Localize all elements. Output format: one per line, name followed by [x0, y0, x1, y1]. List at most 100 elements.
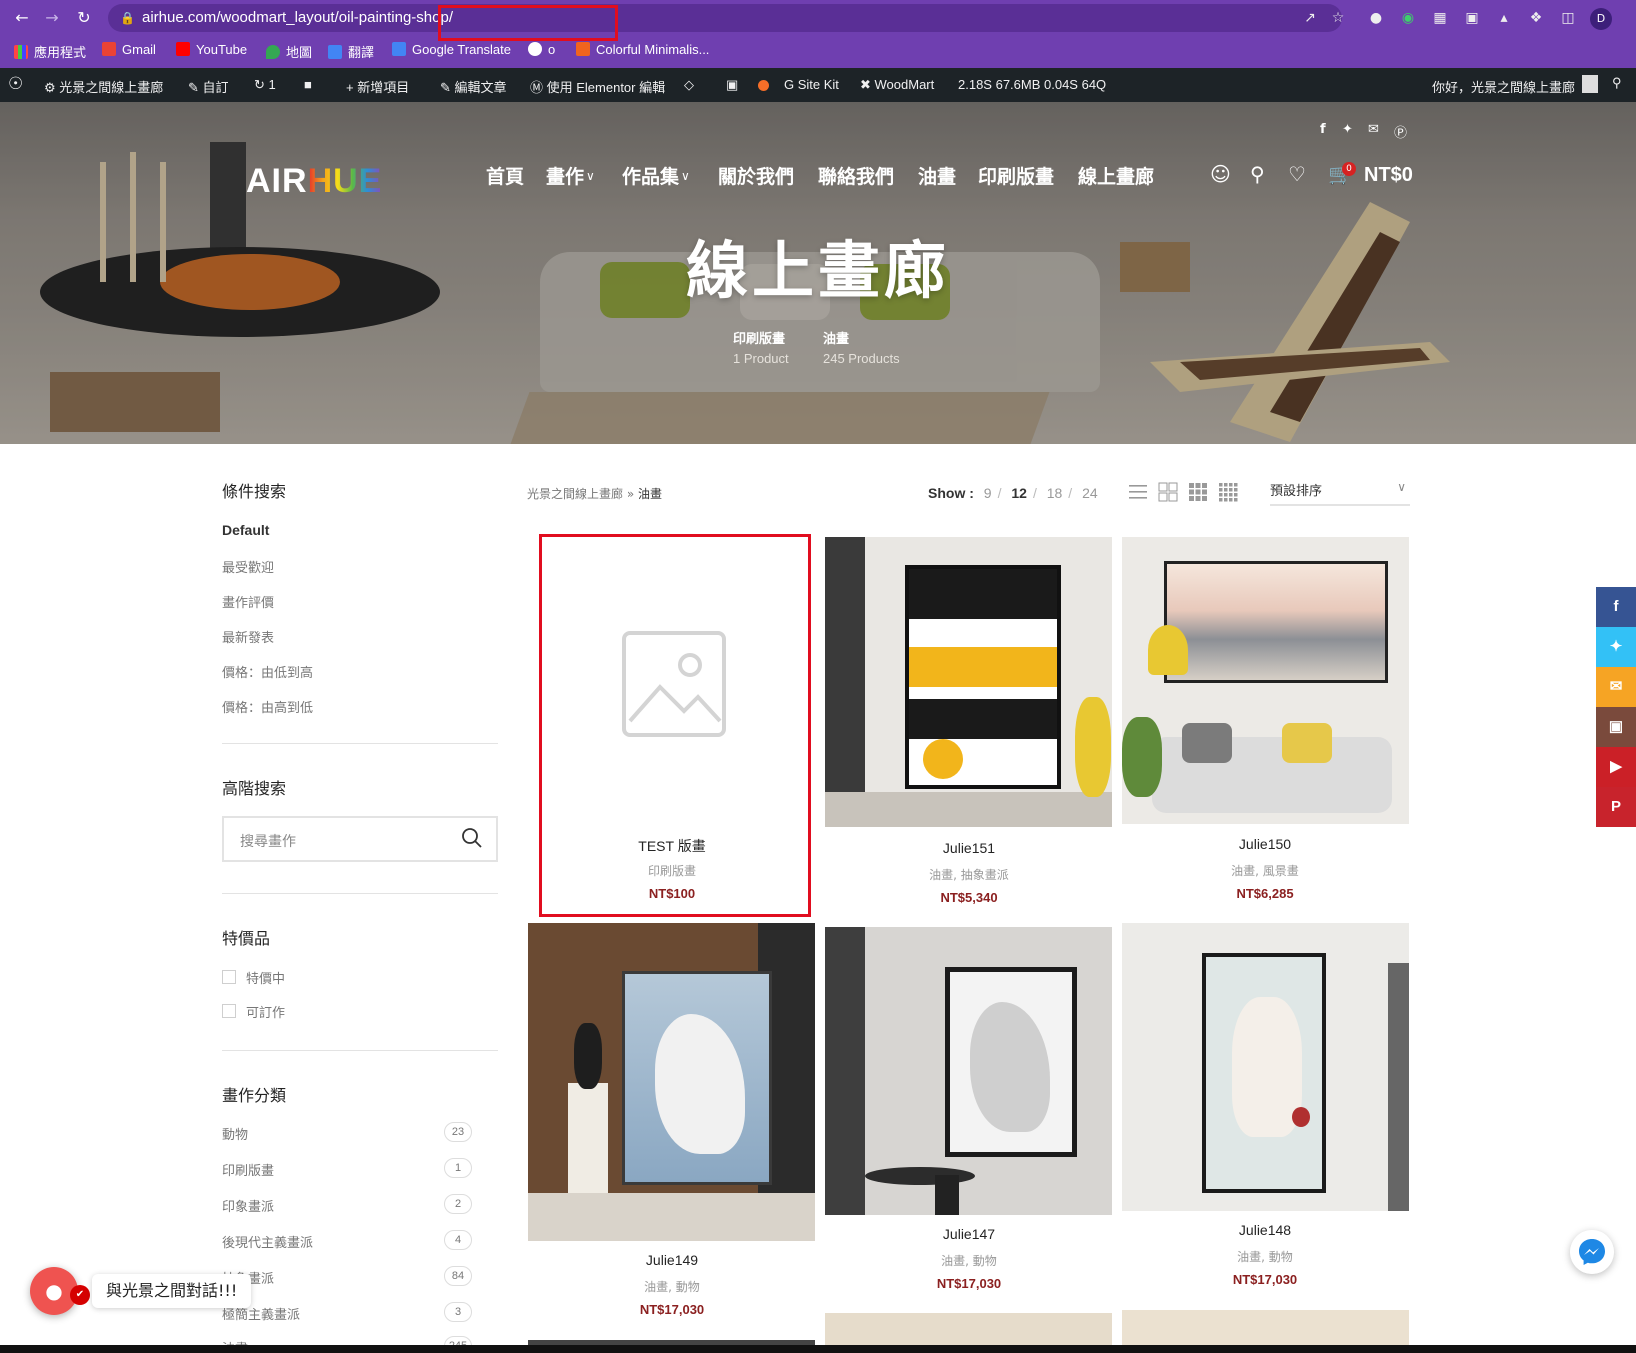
share-pinterest-icon[interactable]: P	[1596, 787, 1636, 827]
product-categories[interactable]: 油畫, 動物	[1122, 1248, 1408, 1265]
heart-icon[interactable]: ♡	[1288, 162, 1306, 186]
chat-greeting[interactable]: 與光景之間對話!!!	[92, 1274, 252, 1308]
product-title[interactable]: Julie149	[529, 1252, 815, 1268]
share-email-icon[interactable]: ✉	[1596, 667, 1636, 707]
nav-about[interactable]: 關於我們	[718, 162, 794, 189]
extension-translate-icon[interactable]: ▣	[1462, 8, 1482, 28]
admin-updates[interactable]: ↻ 1	[254, 77, 276, 93]
product-image[interactable]	[825, 537, 1112, 827]
diamond-icon[interactable]: ◇	[684, 77, 694, 93]
nav-portfolio[interactable]: 作品集 ∨	[622, 162, 690, 189]
sidepanel-icon[interactable]: ◫	[1558, 8, 1578, 28]
per-page-18[interactable]: 18	[1047, 485, 1063, 501]
on-sale-label[interactable]: 特價中	[246, 968, 285, 987]
url-text[interactable]: airhue.com/woodmart_layout/oil-painting-…	[142, 9, 453, 26]
user-icon[interactable]: ☺	[1210, 162, 1231, 186]
bookmark-gmail[interactable]: Gmail	[102, 42, 156, 57]
hero-cat-prints[interactable]: 印刷版畫	[733, 328, 785, 347]
nav-paintings[interactable]: 畫作 ∨	[546, 162, 595, 189]
site-logo[interactable]: AIRHUE	[246, 162, 382, 201]
category-prints[interactable]: 印刷版畫	[222, 1160, 274, 1179]
category-animals[interactable]: 動物	[222, 1124, 248, 1143]
extension-code-icon[interactable]: ▦	[1430, 8, 1450, 28]
bookmark-etsy[interactable]: Colorful Minimalis...	[576, 42, 709, 57]
profile-avatar[interactable]: D	[1590, 8, 1612, 30]
product-image[interactable]	[1122, 1310, 1409, 1345]
comment-icon[interactable]: ■	[304, 77, 312, 92]
product-search-input[interactable]: 搜尋畫作	[222, 816, 498, 862]
grid-2-icon[interactable]	[1158, 482, 1178, 502]
bookmark-apps[interactable]: 應用程式	[14, 42, 86, 61]
product-image[interactable]	[825, 1313, 1112, 1345]
custom-order-checkbox[interactable]	[222, 1004, 236, 1018]
admin-edit-post[interactable]: ✎ 編輯文章	[440, 77, 507, 96]
nav-home[interactable]: 首頁	[486, 162, 524, 189]
puzzle-icon[interactable]: ❖	[1526, 8, 1546, 28]
yoast-icon[interactable]: ▣	[726, 77, 738, 93]
sort-latest[interactable]: 最新發表	[222, 627, 274, 646]
grid-3-icon[interactable]	[1188, 482, 1208, 502]
admin-elementor[interactable]: Ⓜ 使用 Elementor 編輯	[530, 77, 665, 96]
product-title[interactable]: Julie151	[826, 840, 1112, 856]
on-sale-checkbox[interactable]	[222, 970, 236, 984]
per-page-12[interactable]: 12	[1011, 485, 1027, 501]
product-title[interactable]: Julie148	[1122, 1222, 1408, 1238]
twitter-icon[interactable]: ✦	[1342, 122, 1353, 137]
wordpress-icon[interactable]: ☉	[8, 74, 23, 94]
admin-search-icon[interactable]: ⚲	[1612, 75, 1622, 91]
forward-icon[interactable]: →	[42, 8, 62, 28]
extension-pin-icon[interactable]: ▴	[1494, 8, 1514, 28]
nav-gallery[interactable]: 線上畫廊	[1078, 162, 1154, 189]
product-image[interactable]	[825, 927, 1112, 1215]
admin-greeting[interactable]: 你好，光景之間線上畫廊	[1432, 77, 1575, 96]
admin-site-name[interactable]: ⚙ 光景之間線上畫廊	[44, 77, 163, 96]
product-image[interactable]	[528, 923, 815, 1241]
share-twitter-icon[interactable]: ✦	[1596, 627, 1636, 667]
grid-4-icon[interactable]	[1218, 482, 1238, 502]
bookmark-youtube[interactable]: YouTube	[176, 42, 247, 57]
search-icon[interactable]	[460, 826, 484, 850]
category-postmodern[interactable]: 後現代主義畫派	[222, 1232, 313, 1251]
admin-stats[interactable]: 2.18S 67.6MB 0.04S 64Q	[958, 77, 1106, 92]
bookmark-maps[interactable]: 地圖	[266, 42, 312, 61]
bookmark-google[interactable]: o	[528, 42, 555, 57]
admin-new-item[interactable]: + 新增項目	[346, 77, 409, 96]
admin-customize[interactable]: ✎ 自訂	[188, 77, 229, 96]
product-image[interactable]	[1122, 923, 1409, 1211]
nav-oil[interactable]: 油畫	[918, 162, 956, 189]
url-bar[interactable]: 🔒 airhue.com/woodmart_layout/oil-paintin…	[108, 4, 1344, 41]
product-categories[interactable]: 油畫, 抽象畫派	[826, 866, 1112, 883]
per-page-9[interactable]: 9	[984, 485, 992, 501]
share-instagram-icon[interactable]: ▣	[1596, 707, 1636, 747]
product-categories[interactable]: 油畫, 風景畫	[1122, 862, 1408, 879]
admin-sitekit[interactable]: G Site Kit	[784, 77, 839, 92]
sort-default[interactable]: Default	[222, 522, 269, 538]
product-title[interactable]: Julie147	[826, 1226, 1112, 1242]
share-youtube-icon[interactable]: ▶	[1596, 747, 1636, 787]
category-impressionism[interactable]: 印象畫派	[222, 1196, 274, 1215]
extension-grammarly-icon[interactable]: ◉	[1398, 8, 1418, 28]
orderby-select[interactable]: 預設排序 ∨	[1270, 480, 1410, 506]
cart-total[interactable]: NT$0	[1364, 164, 1413, 187]
bookmark-google-translate[interactable]: Google Translate	[392, 42, 511, 57]
facebook-icon[interactable]: f	[1320, 122, 1326, 137]
nav-contact[interactable]: 聯絡我們	[818, 162, 894, 189]
messenger-icon[interactable]	[1570, 1230, 1614, 1274]
email-icon[interactable]: ✉	[1368, 122, 1379, 137]
back-icon[interactable]: ←	[12, 8, 32, 28]
sort-price-asc[interactable]: 價格：由低到高	[222, 662, 313, 681]
product-categories[interactable]: 油畫, 動物	[529, 1278, 815, 1295]
sort-popular[interactable]: 最受歡迎	[222, 557, 274, 576]
extension-chat-icon[interactable]: ●	[1366, 8, 1386, 28]
search-icon[interactable]: ⚲	[1250, 162, 1265, 186]
admin-woodmart[interactable]: ✖ WoodMart	[860, 77, 934, 93]
hero-cat-oil[interactable]: 油畫	[823, 328, 849, 347]
share-icon[interactable]: ↗	[1300, 8, 1320, 28]
product-title[interactable]: Julie150	[1122, 836, 1408, 852]
product-image[interactable]	[1122, 537, 1409, 824]
admin-avatar[interactable]	[1582, 75, 1598, 93]
bookmark-translate[interactable]: 翻譯	[328, 42, 374, 61]
reload-icon[interactable]: ↻	[74, 8, 94, 28]
share-facebook-icon[interactable]: f	[1596, 587, 1636, 627]
product-categories[interactable]: 油畫, 動物	[826, 1252, 1112, 1269]
